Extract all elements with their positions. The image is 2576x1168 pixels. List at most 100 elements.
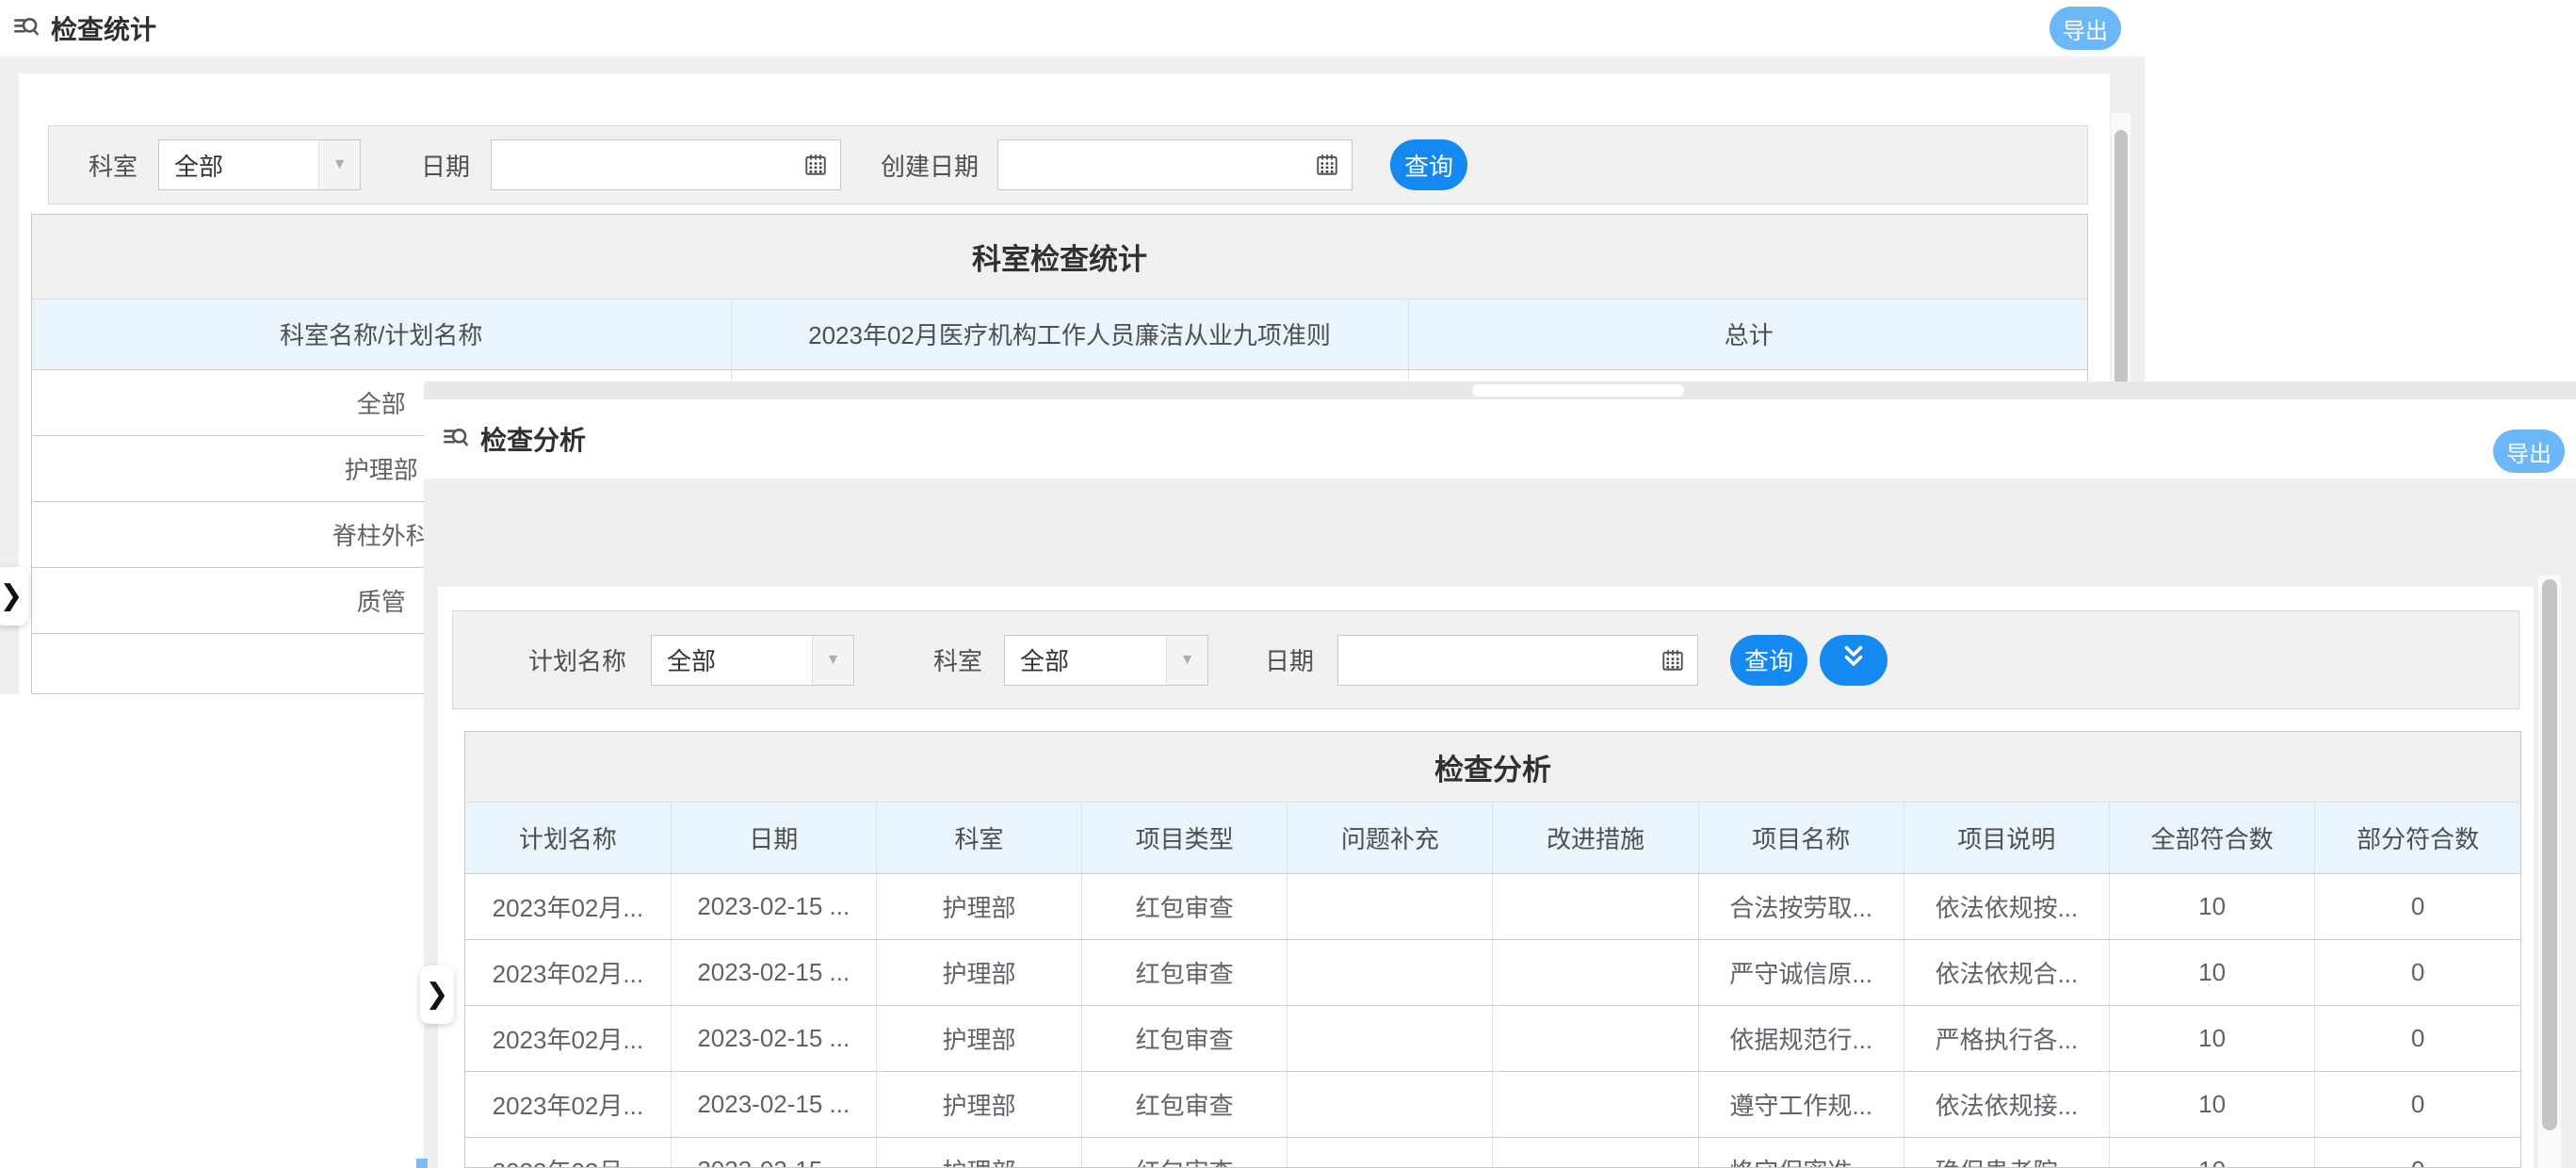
dept-select[interactable]: 全部 ▼ xyxy=(1004,635,1208,686)
w1-filter-bar: 科室 全部 ▼ 日期 xyxy=(48,125,2088,204)
w2-filter-bar: 计划名称 全部 ▼ 科室 全部 ▼ 日期 xyxy=(452,610,2519,709)
created-date-filter-label: 创建日期 xyxy=(881,148,979,183)
table-cell: 10 xyxy=(2110,1005,2315,1071)
table-cell: 0 xyxy=(2315,1005,2520,1071)
table-cell: 2023年02月... xyxy=(465,1137,671,1168)
double-chevron-down-icon xyxy=(1839,642,1868,677)
inspection-analysis-table: 计划名称日期科室项目类型问题补充改进措施项目名称项目说明全部符合数部分符合数 2… xyxy=(465,803,2520,1168)
table-cell xyxy=(1493,1071,1698,1137)
w2-panel: 计划名称 全部 ▼ 科室 全部 ▼ 日期 xyxy=(438,587,2534,1168)
table-cell: 护理部 xyxy=(876,939,1081,1005)
column-header: 问题补充 xyxy=(1288,803,1493,873)
table-cell xyxy=(1493,1137,1698,1168)
page-title: 检查分析 xyxy=(480,420,586,458)
table-cell xyxy=(1493,1005,1698,1071)
table-cell: 2023年02月... xyxy=(465,1071,671,1137)
w2-table-title-band: 检查分析 xyxy=(465,732,2520,803)
table-row[interactable]: 2023年02月...2023-02-15 ...护理部红包审查遵守工作规...… xyxy=(465,1071,2520,1137)
column-header: 科室 xyxy=(876,803,1081,873)
w2-horizontal-scrollbar xyxy=(424,381,2576,399)
table-row[interactable]: 2023年02月...2023-02-15 ...护理部红包审查依据规范行...… xyxy=(465,1005,2520,1071)
chevron-right-icon: ❯ xyxy=(425,981,448,1009)
window-inspection-analysis: 检查分析 导出 计划名称 全部 ▼ 科室 全部 ▼ 日期 xyxy=(424,381,2576,1168)
column-header: 计划名称 xyxy=(465,803,671,873)
table-cell: 依法依规合... xyxy=(1904,939,2109,1005)
table-cell xyxy=(1288,1005,1493,1071)
table-cell: 护理部 xyxy=(876,1071,1081,1137)
search-list-icon xyxy=(13,13,40,44)
table-cell: 10 xyxy=(2110,1137,2315,1168)
w2-body: 计划名称 全部 ▼ 科室 全部 ▼ 日期 xyxy=(424,479,2576,1168)
date-input-wrap xyxy=(491,139,841,190)
table-cell xyxy=(1493,939,1698,1005)
table-cell: 依法依规接... xyxy=(1904,1071,2109,1137)
dept-filter-label: 科室 xyxy=(89,148,138,183)
chevron-down-icon: ▼ xyxy=(318,140,360,189)
w2-vertical-scrollbar-thumb[interactable] xyxy=(2542,579,2557,1130)
table-header-row: 科室名称/计划名称2023年02月医疗机构工作人员廉洁从业九项准则总计 xyxy=(32,300,2088,369)
search-button[interactable]: 查询 xyxy=(1730,635,1807,686)
table-cell: 2023年02月... xyxy=(465,939,671,1005)
created-date-input-wrap xyxy=(997,139,1353,190)
table-cell: 10 xyxy=(2110,939,2315,1005)
table-title: 科室检查统计 xyxy=(972,235,1147,278)
page-title: 检查统计 xyxy=(51,9,156,47)
plan-filter-label: 计划名称 xyxy=(528,642,626,677)
plan-select[interactable]: 全部 ▼ xyxy=(651,635,854,686)
table-cell: 护理部 xyxy=(876,873,1081,939)
column-header: 项目类型 xyxy=(1082,803,1288,873)
dept-select-value: 全部 xyxy=(159,140,318,189)
date-input[interactable] xyxy=(1337,635,1698,686)
w1-titlebar: 检查统计 导出 xyxy=(0,0,2145,57)
table-cell: 2023年02月... xyxy=(465,1005,671,1071)
w2-horizontal-scrollbar-thumb[interactable] xyxy=(1472,384,1684,397)
plan-select-value: 全部 xyxy=(652,636,812,685)
table-cell: 严守诚信原... xyxy=(1698,939,1904,1005)
expand-filters-button[interactable] xyxy=(1820,635,1887,686)
column-header: 科室名称/计划名称 xyxy=(32,300,731,369)
date-input[interactable] xyxy=(491,139,841,190)
table-cell: 0 xyxy=(2315,939,2520,1005)
w1-table-title-band: 科室检查统计 xyxy=(32,215,2087,300)
created-date-input[interactable] xyxy=(997,139,1353,190)
table-cell: 2023-02-15 ... xyxy=(671,1005,876,1071)
w2-titlebar: 检查分析 导出 xyxy=(424,399,2576,479)
table-row[interactable]: 2023年02月...2023-02-15 ...护理部红包审查恪守保密准...… xyxy=(465,1137,2520,1168)
export-button[interactable]: 导出 xyxy=(2493,430,2565,473)
table-cell xyxy=(1288,1071,1493,1137)
table-cell xyxy=(1288,939,1493,1005)
table-title: 检查分析 xyxy=(1434,746,1551,788)
export-button[interactable]: 导出 xyxy=(2049,7,2121,50)
table-cell: 0 xyxy=(2315,873,2520,939)
table-cell: 0 xyxy=(2315,1137,2520,1168)
table-cell: 红包审查 xyxy=(1082,1071,1288,1137)
table-cell: 红包审查 xyxy=(1082,1005,1288,1071)
column-header: 部分符合数 xyxy=(2315,803,2520,873)
search-button[interactable]: 查询 xyxy=(1390,139,1467,190)
table-cell: 10 xyxy=(2110,1071,2315,1137)
column-header: 项目名称 xyxy=(1698,803,1904,873)
table-cell: 2023-02-15 ... xyxy=(671,1137,876,1168)
date-input-wrap xyxy=(1337,635,1698,686)
column-header: 改进措施 xyxy=(1493,803,1698,873)
table-cell: 2023年02月... xyxy=(465,873,671,939)
table-cell: 依法依规按... xyxy=(1904,873,2109,939)
table-cell: 严格执行各... xyxy=(1904,1005,2109,1071)
table-row[interactable]: 2023年02月...2023-02-15 ...护理部红包审查合法按劳取...… xyxy=(465,873,2520,939)
table-cell: 护理部 xyxy=(876,1137,1081,1168)
table-cell: 确保患者院... xyxy=(1904,1137,2109,1168)
dept-select[interactable]: 全部 ▼ xyxy=(158,139,361,190)
drawer-toggle[interactable]: ❯ xyxy=(420,965,454,1024)
table-row[interactable]: 2023年02月...2023-02-15 ...护理部红包审查严守诚信原...… xyxy=(465,939,2520,1005)
table-cell xyxy=(1288,1137,1493,1168)
partially-visible-blue-element xyxy=(416,1159,428,1168)
chevron-down-icon: ▼ xyxy=(812,636,853,685)
table-cell: 依据规范行... xyxy=(1698,1005,1904,1071)
date-filter-label: 日期 xyxy=(1265,642,1314,677)
chevron-down-icon: ▼ xyxy=(1166,636,1207,685)
drawer-toggle[interactable]: ❯ xyxy=(0,567,28,625)
table-cell: 10 xyxy=(2110,873,2315,939)
dept-select-value: 全部 xyxy=(1005,636,1166,685)
table-cell: 红包审查 xyxy=(1082,939,1288,1005)
column-header: 2023年02月医疗机构工作人员廉洁从业九项准则 xyxy=(731,300,1408,369)
